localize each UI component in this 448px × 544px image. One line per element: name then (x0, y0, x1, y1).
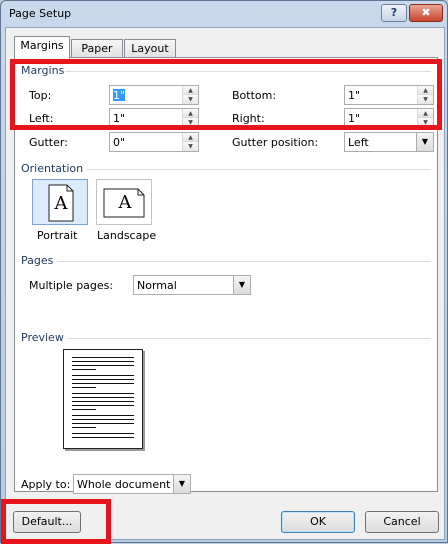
gutter-spinner[interactable]: ▲ ▼ (109, 132, 199, 152)
tab-paper[interactable]: Paper (71, 39, 123, 58)
dropdown-arrow-icon[interactable]: ▼ (416, 133, 433, 151)
gutter-label: Gutter: (29, 136, 68, 149)
tab-margins[interactable]: Margins (14, 36, 70, 59)
preview-line (72, 415, 134, 416)
preview-line (72, 375, 134, 376)
margins-divider (65, 71, 431, 72)
preview-page-thumbnail (63, 349, 143, 449)
bottom-margin-input[interactable] (345, 86, 417, 104)
ok-button[interactable]: OK (281, 511, 355, 533)
dropdown-arrow-icon[interactable]: ▼ (233, 276, 250, 294)
preview-line (72, 419, 134, 420)
landscape-glyph: A (118, 192, 132, 213)
top-margin-spin-buttons: ▲ ▼ (182, 86, 198, 104)
preview-line (72, 427, 96, 428)
multiple-pages-label: Multiple pages: (29, 279, 114, 292)
margins-section-label: Margins (21, 64, 65, 77)
portrait-option[interactable]: A (32, 179, 88, 225)
spin-down-icon[interactable]: ▼ (183, 142, 198, 151)
preview-line (72, 401, 134, 402)
spin-down-icon[interactable]: ▼ (183, 95, 198, 104)
preview-line (72, 393, 134, 394)
preview-line (72, 423, 134, 424)
preview-line (72, 365, 134, 366)
multiple-pages-select[interactable]: Normal ▼ (133, 275, 251, 295)
right-margin-spin-buttons: ▲ ▼ (417, 109, 433, 127)
right-margin-input[interactable] (345, 109, 417, 127)
preview-line (72, 369, 96, 370)
title-bar[interactable]: Page Setup ? ✖ (1, 1, 447, 27)
preview-line (72, 405, 134, 406)
spin-up-icon[interactable]: ▲ (183, 109, 198, 118)
spin-down-icon[interactable]: ▼ (183, 118, 198, 127)
bottom-margin-spinner[interactable]: ▲ ▼ (344, 85, 434, 105)
top-margin-spinner[interactable]: ▲ ▼ (109, 85, 199, 105)
window-title: Page Setup (9, 7, 72, 20)
orientation-section-label: Orientation (21, 162, 84, 175)
gutter-position-select[interactable]: Left ▼ (344, 132, 434, 152)
spin-down-icon[interactable]: ▼ (418, 95, 433, 104)
landscape-option[interactable]: A (96, 179, 152, 225)
tab-layout[interactable]: Layout (124, 39, 176, 58)
left-margin-input[interactable] (110, 109, 182, 127)
preview-divider (67, 338, 431, 339)
preview-line (72, 433, 134, 434)
preview-line (72, 397, 134, 398)
multiple-pages-value: Normal (137, 279, 177, 292)
gutter-spin-buttons: ▲ ▼ (182, 133, 198, 151)
close-button[interactable]: ✖ (409, 4, 443, 22)
spin-up-icon[interactable]: ▲ (183, 133, 198, 142)
preview-line (72, 379, 134, 380)
dialog-client-area: Margins Paper Layout Margins Top: ▲ ▼ Bo… (5, 27, 445, 540)
bottom-margin-spin-buttons: ▲ ▼ (417, 86, 433, 104)
preview-line (72, 361, 134, 362)
left-margin-label: Left: (29, 112, 54, 125)
preview-section-label: Preview (21, 331, 64, 344)
bottom-margin-label: Bottom: (232, 89, 277, 102)
cancel-button[interactable]: Cancel (365, 511, 439, 533)
gutter-position-value: Left (348, 136, 369, 149)
top-margin-input[interactable] (110, 86, 182, 104)
portrait-label[interactable]: Portrait (37, 229, 77, 242)
pages-divider (57, 261, 431, 262)
right-margin-spinner[interactable]: ▲ ▼ (344, 108, 434, 128)
right-margin-label: Right: (232, 112, 265, 125)
spin-up-icon[interactable]: ▲ (418, 109, 433, 118)
preview-line (72, 387, 96, 388)
dropdown-arrow-icon[interactable]: ▼ (173, 475, 190, 493)
apply-to-label: Apply to: (21, 478, 71, 491)
left-margin-spin-buttons: ▲ ▼ (182, 109, 198, 127)
gutter-position-label: Gutter position: (232, 136, 319, 149)
orientation-divider (87, 169, 431, 170)
default-button[interactable]: Default... (13, 511, 81, 533)
landscape-label[interactable]: Landscape (97, 229, 156, 242)
portrait-glyph: A (54, 193, 68, 214)
preview-line (72, 383, 134, 384)
spin-up-icon[interactable]: ▲ (183, 86, 198, 95)
preview-line (72, 357, 134, 358)
apply-to-select[interactable]: Whole document ▼ (73, 474, 191, 494)
preview-line (72, 437, 134, 438)
help-button[interactable]: ? (381, 4, 407, 22)
top-margin-label: Top: (29, 89, 52, 102)
apply-to-value: Whole document (77, 478, 171, 491)
left-margin-spinner[interactable]: ▲ ▼ (109, 108, 199, 128)
preview-line (72, 409, 96, 410)
spin-up-icon[interactable]: ▲ (418, 86, 433, 95)
spin-down-icon[interactable]: ▼ (418, 118, 433, 127)
page-setup-dialog: Page Setup ? ✖ Margins Paper Layout Marg… (0, 0, 448, 544)
gutter-input[interactable] (110, 133, 182, 151)
pages-section-label: Pages (21, 254, 54, 267)
